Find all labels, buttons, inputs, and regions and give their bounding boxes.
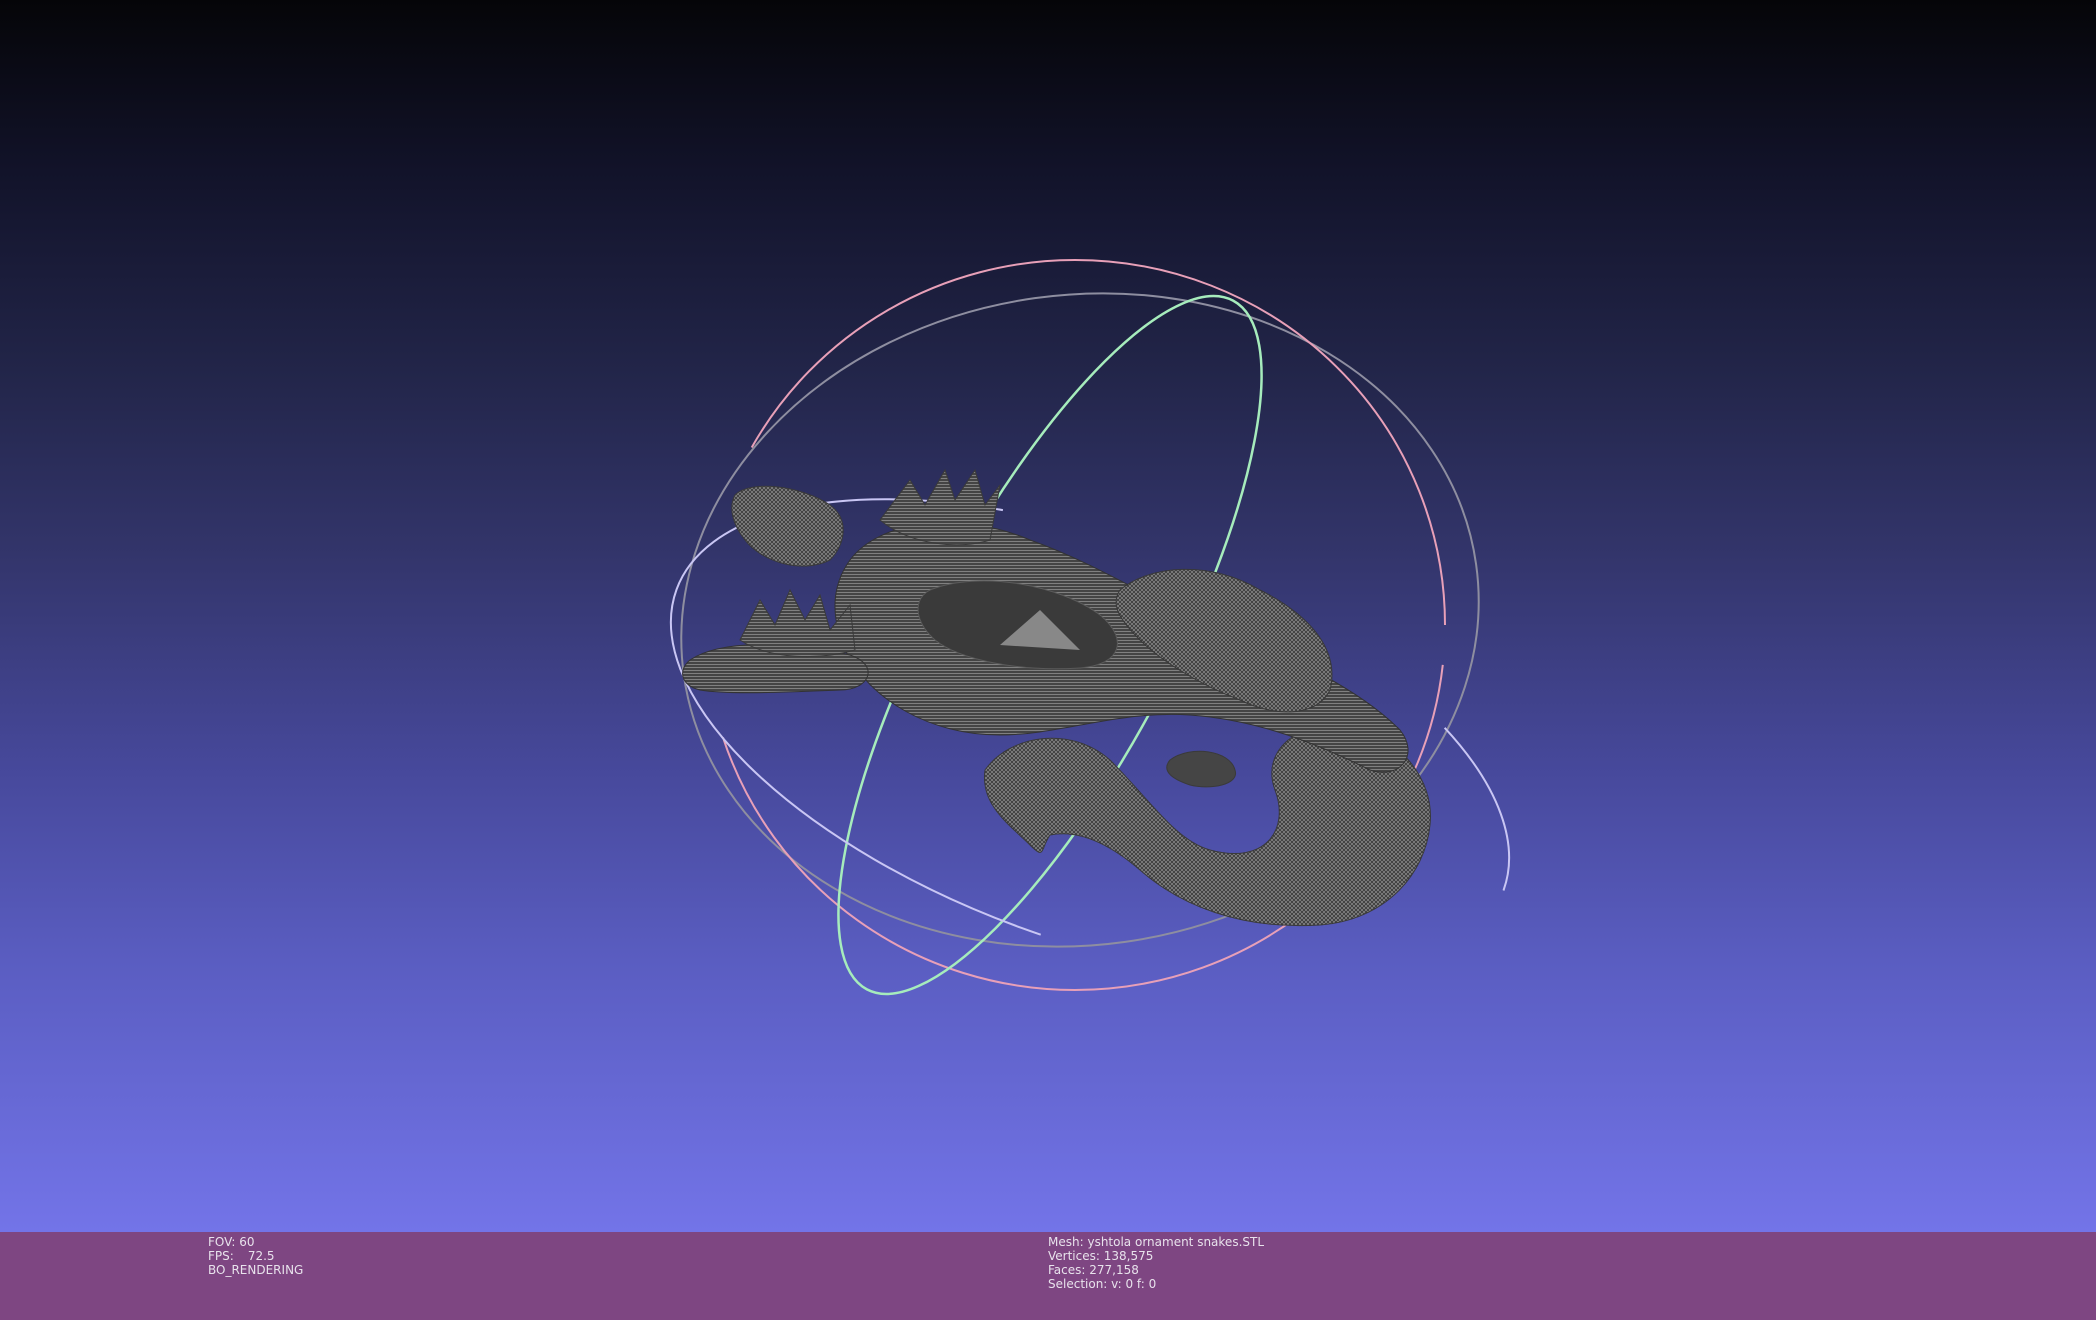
fov-value: 60 bbox=[239, 1235, 255, 1249]
meshlab-window: FOV: 60 FPS: 72.5 BO_RENDERING Mesh: ysht… bbox=[0, 0, 2096, 1320]
fps-readout: FPS: 72.5 bbox=[208, 1249, 275, 1263]
3d-viewport[interactable] bbox=[0, 0, 2096, 1232]
scene-canvas[interactable] bbox=[0, 0, 2096, 1232]
selection-readout: Selection: v: 0 f: 0 bbox=[1048, 1277, 1157, 1291]
render-info: FOV: 60 FPS: 72.5 BO_RENDERING bbox=[208, 1235, 303, 1277]
fps-value: 72.5 bbox=[247, 1249, 275, 1263]
mesh-name: yshtola ornament snakes.STL bbox=[1087, 1235, 1265, 1249]
vertices-readout: Vertices: 138,575 bbox=[1048, 1249, 1154, 1263]
mesh-info: Mesh: yshtola ornament snakes.STL Vertic… bbox=[1048, 1235, 1264, 1291]
render-mode: BO_RENDERING bbox=[208, 1263, 304, 1277]
faces-value: 277,158 bbox=[1089, 1263, 1139, 1277]
selection-value: v: 0 f: 0 bbox=[1111, 1277, 1157, 1291]
mesh-left-head bbox=[731, 485, 844, 567]
fov-readout: FOV: 60 bbox=[208, 1235, 255, 1249]
vertices-value: 138,575 bbox=[1103, 1249, 1154, 1263]
faces-readout: Faces: 277,158 bbox=[1048, 1263, 1139, 1277]
mesh-name-readout: Mesh: yshtola ornament snakes.STL bbox=[1048, 1235, 1265, 1249]
info-bar: FOV: 60 FPS: 72.5 BO_RENDERING Mesh: ysht… bbox=[0, 1232, 2096, 1320]
